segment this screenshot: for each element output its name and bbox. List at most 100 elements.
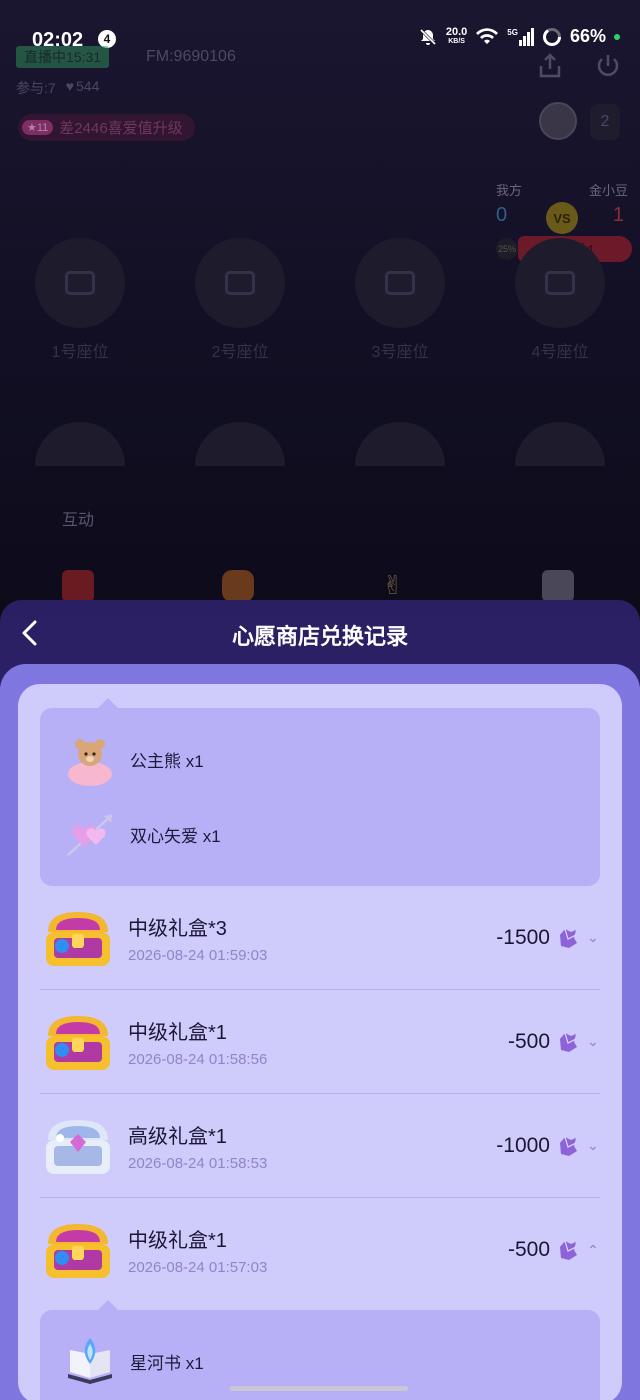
record-row[interactable]: 中级礼盒*3 2026-08-24 01:59:03 -1500 ⌄ xyxy=(40,886,600,990)
cost-value: -500 xyxy=(507,1029,550,1053)
power-icon[interactable] xyxy=(594,52,624,82)
seat-chair-icon xyxy=(355,422,445,466)
pk-theirs-score: 1 xyxy=(612,204,624,226)
record-time: 2026-08-24 01:59:03 xyxy=(128,946,268,964)
record-cost: -500 ⌄ xyxy=(508,1030,600,1054)
cost-value: -1500 xyxy=(496,925,550,949)
heart-icon: ♥ xyxy=(65,78,74,94)
chevron-down-icon[interactable]: ⌄ xyxy=(586,1137,600,1154)
detail-label: 双心矢爱 x1 xyxy=(130,827,221,846)
crystal-icon xyxy=(560,1240,577,1260)
seat-1[interactable]: 1号座位 xyxy=(35,238,125,362)
detail-item: 公主熊 x1 xyxy=(62,722,578,797)
silver-chest-icon xyxy=(46,1119,110,1174)
charging-dot xyxy=(614,33,620,40)
record-row[interactable]: 中级礼盒*1 2026-08-24 01:58:56 -500 ⌄ xyxy=(40,990,600,1094)
gold-chest-icon xyxy=(46,1224,110,1278)
record-cost: -500 ⌃ xyxy=(508,1238,600,1262)
chevron-up-icon[interactable]: ⌃ xyxy=(586,1242,600,1259)
seat-row2-3[interactable] xyxy=(355,422,445,466)
record-time: 2026-08-24 01:58:53 xyxy=(128,1154,268,1172)
chevron-down-icon[interactable]: ⌄ xyxy=(586,1033,600,1050)
live-room-background: 02:02 4 20.0 KB/S 5G 66% 直播中15:31 FM:969… xyxy=(0,0,640,620)
seat-chair-icon xyxy=(35,238,125,328)
fm-id: FM:9690106 xyxy=(146,48,236,65)
record-text: 中级礼盒*3 2026-08-24 01:59:03 xyxy=(128,912,496,964)
signal-icon: 5G xyxy=(507,27,534,46)
pk-ours-label: 我方 xyxy=(496,183,523,198)
level-number: 11 xyxy=(36,122,49,134)
seat-row2-4[interactable] xyxy=(515,422,605,466)
gold-chest-icon xyxy=(46,911,110,966)
host-avatar[interactable] xyxy=(539,102,577,140)
status-icons: 20.0 KB/S 5G 66% xyxy=(418,26,620,47)
record-text: 高级礼盒*1 2026-08-24 01:58:53 xyxy=(128,1120,496,1172)
seat-label: 4号座位 xyxy=(531,344,589,361)
seat-chair-icon xyxy=(195,238,285,328)
record-cost: -1500 ⌄ xyxy=(496,926,600,950)
crystal-icon xyxy=(560,1032,577,1052)
double-heart-arrow-icon xyxy=(62,807,118,863)
chevron-down-icon[interactable]: ⌄ xyxy=(586,929,600,946)
seat-4[interactable]: 4号座位 xyxy=(515,238,605,362)
net-speed-unit: KB/S xyxy=(448,37,465,45)
sheet-header: 心愿商店兑换记录 xyxy=(0,600,640,666)
share-icon[interactable] xyxy=(536,52,566,82)
seat-chair-icon xyxy=(35,422,125,466)
cost-value: -500 xyxy=(507,1238,550,1261)
record-time: 2026-08-24 01:58:56 xyxy=(128,1050,268,1068)
record-cost: -1000 ⌄ xyxy=(496,1134,600,1158)
red-envelope-icon[interactable] xyxy=(62,570,94,602)
level-progress-pill[interactable]: ★11 差2446喜爱值升级 xyxy=(18,114,195,141)
record-detail-panel: 公主熊 x1 双心矢爱 x1 xyxy=(40,698,600,886)
seat-label: 2号座位 xyxy=(211,344,269,361)
viewer-count[interactable]: 2 xyxy=(590,104,620,140)
record-text: 中级礼盒*1 2026-08-24 01:57:03 xyxy=(128,1224,508,1276)
pk-theirs-label: 金小豆 xyxy=(588,183,628,198)
cost-value: -1000 xyxy=(496,1133,550,1157)
record-name: 中级礼盒*1 xyxy=(128,1021,227,1044)
seat-chair-icon xyxy=(195,422,285,466)
star-book-icon xyxy=(62,1334,118,1390)
interact-label: 互动 xyxy=(62,512,95,529)
record-text: 中级礼盒*1 2026-08-24 01:58:56 xyxy=(128,1016,508,1068)
seat-label: 3号座位 xyxy=(371,344,429,361)
record-name: 中级礼盒*3 xyxy=(128,917,227,940)
seat-2[interactable]: 2号座位 xyxy=(195,238,285,362)
gold-chest-icon xyxy=(46,1015,110,1070)
crystal-icon xyxy=(560,928,577,948)
live-duration-tag: 直播中15:31 xyxy=(16,46,110,68)
seat-chair-icon xyxy=(515,422,605,466)
net-speed-value: 20.0 xyxy=(445,25,468,38)
record-row[interactable]: 高级礼盒*1 2026-08-24 01:58:53 -1000 ⌄ xyxy=(40,1094,600,1198)
network-type: 5G xyxy=(507,27,518,37)
seat-row2-2[interactable] xyxy=(195,422,285,466)
record-name: 中级礼盒*1 xyxy=(128,1230,227,1252)
dice-icon[interactable] xyxy=(542,570,574,602)
mute-bell-icon xyxy=(419,28,436,45)
level-badge: ★11 xyxy=(22,120,54,135)
seat-chair-icon xyxy=(515,238,605,328)
sheet-body: 公主熊 x1 双心矢爱 x1 中级礼盒*3 2026-08-24 01:59:0… xyxy=(0,664,640,1400)
home-indicator[interactable] xyxy=(230,1386,408,1391)
sheet-title: 心愿商店兑换记录 xyxy=(231,624,408,649)
room-stats: 参与:7 ♥ 544 xyxy=(16,78,99,98)
detail-label: 星河书 x1 xyxy=(130,1354,204,1373)
detail-label: 公主熊 x1 xyxy=(130,752,204,771)
wifi-icon xyxy=(476,27,499,44)
seat-chair-icon xyxy=(355,238,445,328)
pk-ours-score: 0 xyxy=(496,204,508,226)
hand-gesture-icon[interactable]: ✌ xyxy=(382,570,414,602)
lantern-icon[interactable] xyxy=(222,570,254,602)
battery-ring-icon xyxy=(542,27,561,46)
crystal-icon xyxy=(560,1136,577,1156)
record-time: 2026-08-24 01:57:03 xyxy=(128,1259,268,1276)
seat-label: 1号座位 xyxy=(51,344,109,361)
detail-item: 双心矢爱 x1 xyxy=(62,797,578,872)
net-speed: 20.0 KB/S xyxy=(445,25,468,47)
record-name: 高级礼盒*1 xyxy=(128,1125,227,1148)
seat-3[interactable]: 3号座位 xyxy=(355,238,445,362)
participant-count: 参与:7 xyxy=(16,80,56,96)
seat-row2-1[interactable] xyxy=(35,422,125,466)
record-row[interactable]: 中级礼盒*1 2026-08-24 01:57:03 -500 ⌃ xyxy=(40,1198,600,1302)
